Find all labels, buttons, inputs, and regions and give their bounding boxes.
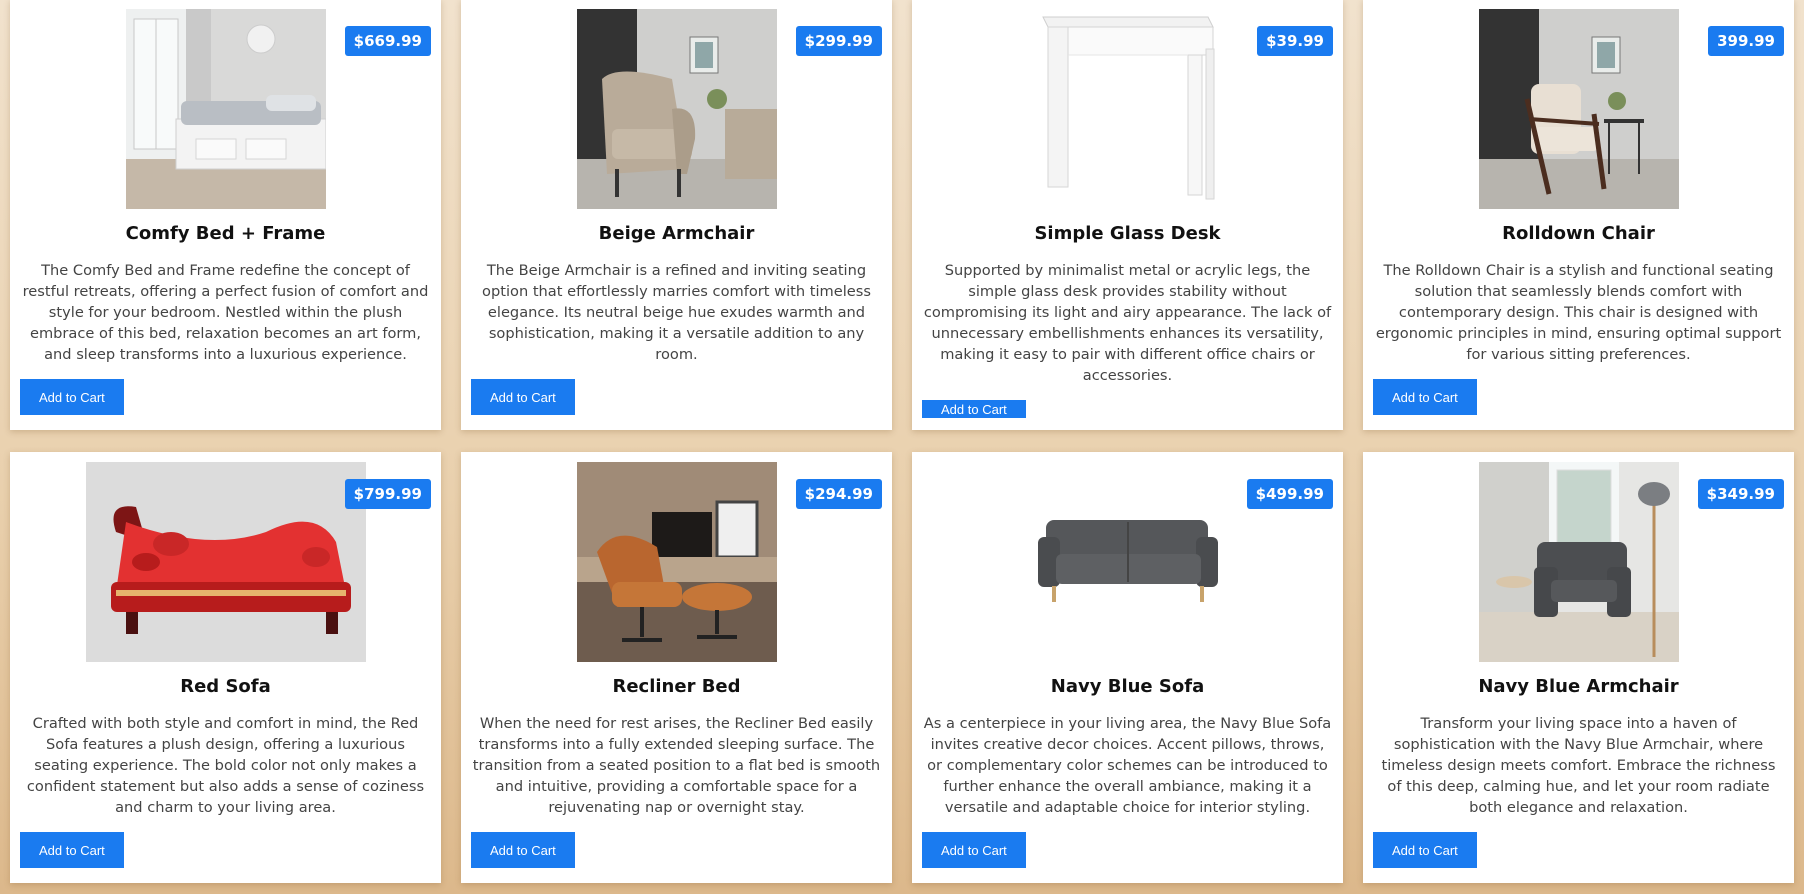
armchair-icon [1478, 462, 1679, 662]
price-badge: $799.99 [344, 479, 431, 509]
sofa-icon [85, 462, 366, 662]
product-card: 399.99 Rolldown Chair The Rolldown Chair… [1363, 0, 1794, 430]
price-badge: $499.99 [1246, 479, 1333, 509]
product-title: Comfy Bed + Frame [125, 223, 326, 244]
product-title: Beige Armchair [598, 223, 755, 244]
product-description: The Comfy Bed and Frame redefine the con… [22, 262, 429, 363]
product-description: When the need for rest arises, the Recli… [472, 715, 881, 816]
price-badge: $349.99 [1697, 479, 1784, 509]
desk-icon [1027, 9, 1228, 209]
product-card: $499.99 Navy Blue Sofa As a centerpiece … [912, 452, 1343, 883]
price-badge: $39.99 [1257, 26, 1333, 56]
price-badge: $294.99 [795, 479, 882, 509]
add-to-cart-button[interactable]: Add to Cart [20, 379, 124, 415]
product-title: Recliner Bed [612, 676, 741, 697]
product-title: Navy Blue Armchair [1478, 676, 1679, 697]
product-description: The Beige Armchair is a refined and invi… [482, 262, 871, 363]
product-title: Rolldown Chair [1502, 223, 1655, 244]
sofa-icon [1027, 462, 1228, 662]
price-badge: 399.99 [1708, 26, 1784, 56]
product-title: Navy Blue Sofa [1050, 676, 1205, 697]
recliner-icon [576, 462, 777, 662]
armchair-icon [576, 9, 777, 209]
product-description: Transform your living space into a haven… [1381, 715, 1776, 816]
chair-icon [1478, 9, 1679, 209]
add-to-cart-button[interactable]: Add to Cart [1373, 379, 1477, 415]
product-card: $39.99 Simple Glass Desk Supported by mi… [912, 0, 1343, 430]
product-grid: $669.99 Comfy Bed + Frame The Comfy Bed … [10, 0, 1794, 883]
product-card: $349.99 Navy Blue Armchair Transform you… [1363, 452, 1794, 883]
product-description: Supported by minimalist metal or acrylic… [923, 262, 1332, 384]
add-to-cart-button[interactable]: Add to Cart [20, 832, 124, 868]
product-description: The Rolldown Chair is a stylish and func… [1375, 262, 1782, 363]
product-title: Red Sofa [180, 676, 271, 697]
bed-icon [125, 9, 326, 209]
add-to-cart-button[interactable]: Add to Cart [471, 379, 575, 415]
product-card: $294.99 Recliner Bed When the need for r… [461, 452, 892, 883]
add-to-cart-button[interactable]: Add to Cart [922, 400, 1026, 418]
product-title: Simple Glass Desk [1034, 223, 1221, 244]
price-badge: $299.99 [795, 26, 882, 56]
product-card: $299.99 Beige Armchair The Beige Armchai… [461, 0, 892, 430]
add-to-cart-button[interactable]: Add to Cart [1373, 832, 1477, 868]
price-badge: $669.99 [344, 26, 431, 56]
product-description: Crafted with both style and comfort in m… [26, 715, 425, 816]
add-to-cart-button[interactable]: Add to Cart [922, 832, 1026, 868]
product-card: $799.99 Red Sofa Crafted with both style… [10, 452, 441, 883]
product-description: As a centerpiece in your living area, th… [923, 715, 1332, 816]
product-card: $669.99 Comfy Bed + Frame The Comfy Bed … [10, 0, 441, 430]
add-to-cart-button[interactable]: Add to Cart [471, 832, 575, 868]
